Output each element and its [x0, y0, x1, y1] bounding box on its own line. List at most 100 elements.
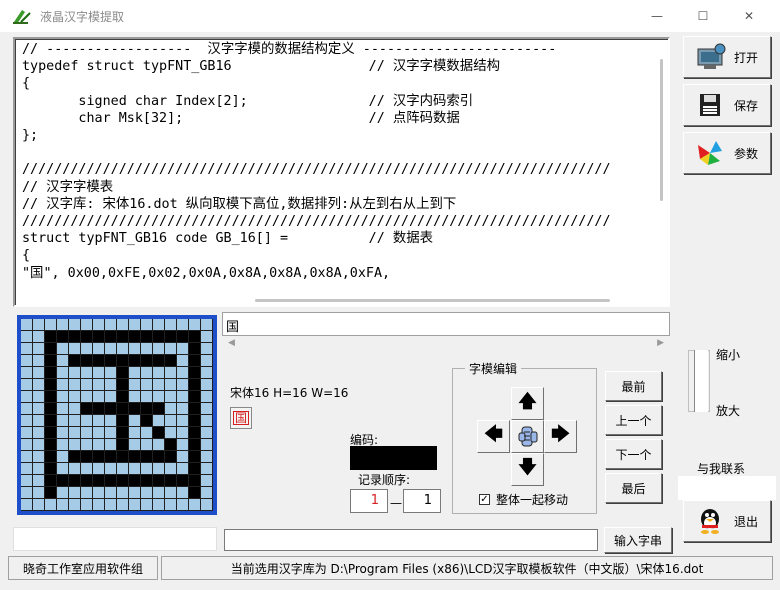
grid-cell[interactable]: [153, 343, 165, 355]
grid-cell[interactable]: [33, 475, 45, 487]
grid-cell[interactable]: [189, 403, 201, 415]
grid-cell[interactable]: [69, 379, 81, 391]
grid-cell[interactable]: [57, 451, 69, 463]
grid-cell[interactable]: [69, 355, 81, 367]
grid-cell[interactable]: [21, 427, 33, 439]
move-left-button[interactable]: 🡄: [477, 420, 510, 453]
grid-cell[interactable]: [129, 331, 141, 343]
grid-cell[interactable]: [129, 487, 141, 499]
grid-cell[interactable]: [201, 403, 213, 415]
grid-cell[interactable]: [153, 403, 165, 415]
grid-cell[interactable]: [81, 403, 93, 415]
grid-cell[interactable]: [129, 427, 141, 439]
grid-cell[interactable]: [141, 331, 153, 343]
grid-cell[interactable]: [57, 391, 69, 403]
move-all-checkbox[interactable]: ✓ 整体一起移动: [479, 491, 568, 508]
grid-cell[interactable]: [177, 499, 189, 511]
order-end-field[interactable]: 1: [403, 489, 441, 513]
grid-cell[interactable]: [33, 379, 45, 391]
grid-cell[interactable]: [153, 427, 165, 439]
grid-cell[interactable]: [93, 439, 105, 451]
grid-cell[interactable]: [33, 343, 45, 355]
grid-cell[interactable]: [201, 331, 213, 343]
grid-cell[interactable]: [177, 487, 189, 499]
glyph-pixel-grid[interactable]: [21, 319, 213, 511]
grid-cell[interactable]: [93, 427, 105, 439]
grid-cell[interactable]: [189, 499, 201, 511]
grid-cell[interactable]: [105, 439, 117, 451]
grid-cell[interactable]: [165, 439, 177, 451]
grid-cell[interactable]: [93, 331, 105, 343]
move-right-button[interactable]: 🡆: [544, 420, 577, 453]
grid-cell[interactable]: [129, 475, 141, 487]
exit-button[interactable]: 退出: [683, 500, 771, 542]
grid-cell[interactable]: [141, 343, 153, 355]
scroll-right-icon[interactable]: ▶: [657, 338, 664, 348]
grid-cell[interactable]: [21, 367, 33, 379]
grid-cell[interactable]: [57, 475, 69, 487]
grid-cell[interactable]: [81, 487, 93, 499]
checkbox-checked-icon[interactable]: ✓: [479, 494, 490, 505]
grid-cell[interactable]: [57, 319, 69, 331]
grid-cell[interactable]: [105, 427, 117, 439]
grid-cell[interactable]: [153, 451, 165, 463]
grid-cell[interactable]: [177, 463, 189, 475]
grid-cell[interactable]: [117, 439, 129, 451]
grid-cell[interactable]: [117, 331, 129, 343]
grid-cell[interactable]: [153, 391, 165, 403]
grid-cell[interactable]: [153, 463, 165, 475]
enter-string-button[interactable]: 输入字串: [604, 527, 672, 553]
grid-cell[interactable]: [117, 499, 129, 511]
grid-cell[interactable]: [153, 331, 165, 343]
grid-cell[interactable]: [21, 487, 33, 499]
grid-cell[interactable]: [69, 343, 81, 355]
grid-cell[interactable]: [93, 319, 105, 331]
grid-cell[interactable]: [45, 475, 57, 487]
grid-cell[interactable]: [177, 379, 189, 391]
grid-cell[interactable]: [105, 331, 117, 343]
grid-cell[interactable]: [117, 451, 129, 463]
grid-cell[interactable]: [45, 415, 57, 427]
grid-cell[interactable]: [165, 367, 177, 379]
grid-cell[interactable]: [189, 367, 201, 379]
grid-cell[interactable]: [105, 475, 117, 487]
grid-cell[interactable]: [141, 475, 153, 487]
grid-cell[interactable]: [69, 415, 81, 427]
grid-cell[interactable]: [141, 403, 153, 415]
save-button[interactable]: 保存: [683, 84, 771, 126]
grid-cell[interactable]: [177, 439, 189, 451]
grid-cell[interactable]: [165, 427, 177, 439]
grid-cell[interactable]: [21, 403, 33, 415]
grid-cell[interactable]: [177, 427, 189, 439]
grid-cell[interactable]: [201, 367, 213, 379]
grid-cell[interactable]: [69, 499, 81, 511]
grid-cell[interactable]: [117, 487, 129, 499]
grid-cell[interactable]: [201, 463, 213, 475]
grid-cell[interactable]: [189, 439, 201, 451]
grid-cell[interactable]: [105, 499, 117, 511]
grid-cell[interactable]: [201, 343, 213, 355]
grid-cell[interactable]: [69, 403, 81, 415]
grid-cell[interactable]: [57, 367, 69, 379]
grid-cell[interactable]: [201, 355, 213, 367]
grid-cell[interactable]: [105, 487, 117, 499]
params-button[interactable]: 参数: [683, 132, 771, 174]
grid-cell[interactable]: [21, 475, 33, 487]
grid-cell[interactable]: [33, 355, 45, 367]
grid-cell[interactable]: [57, 439, 69, 451]
grid-cell[interactable]: [189, 415, 201, 427]
grid-cell[interactable]: [45, 439, 57, 451]
grid-cell[interactable]: [69, 427, 81, 439]
grid-cell[interactable]: [69, 463, 81, 475]
grid-cell[interactable]: [117, 391, 129, 403]
grid-cell[interactable]: [45, 331, 57, 343]
grid-cell[interactable]: [165, 487, 177, 499]
grid-cell[interactable]: [117, 463, 129, 475]
grid-cell[interactable]: [21, 391, 33, 403]
char-input-field[interactable]: 国: [222, 312, 670, 336]
grid-cell[interactable]: [57, 499, 69, 511]
grid-cell[interactable]: [117, 379, 129, 391]
grid-cell[interactable]: [141, 391, 153, 403]
grid-cell[interactable]: [105, 463, 117, 475]
grid-cell[interactable]: [21, 343, 33, 355]
